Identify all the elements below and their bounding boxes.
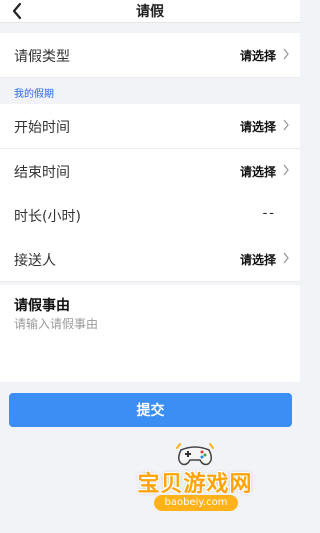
duration-label: 时长(小时): [14, 209, 81, 225]
submit-button[interactable]: 提交: [9, 393, 292, 427]
watermark-url: baobeiy.com: [154, 495, 238, 511]
start-time-label: 开始时间: [14, 120, 70, 136]
start-time-value[interactable]: 请选择: [240, 118, 276, 135]
page-title: 请假: [136, 4, 164, 20]
escort-value[interactable]: 请选择: [240, 251, 276, 268]
duration-value: --: [262, 206, 276, 221]
chevron-right-icon: [283, 164, 289, 176]
start-time-row[interactable]: 开始时间 请选择: [0, 104, 300, 149]
section-label: 我的假期: [14, 89, 54, 100]
watermark-text: 宝贝游戏网: [137, 472, 253, 497]
chevron-right-icon: [283, 48, 289, 60]
duration-row: 时长(小时) --: [0, 193, 300, 238]
leave-type-value[interactable]: 请选择: [240, 47, 276, 64]
section-header: 我的假期: [0, 79, 300, 104]
header-bar: 请假: [0, 0, 300, 23]
chevron-right-icon: [283, 252, 289, 264]
end-time-row[interactable]: 结束时间 请选择: [0, 149, 300, 194]
escort-label: 接送人: [14, 253, 56, 269]
reason-input[interactable]: [12, 313, 286, 377]
escort-row[interactable]: 接送人 请选择: [0, 237, 300, 282]
reason-panel: 请假事由: [0, 285, 300, 382]
leave-type-label: 请假类型: [14, 49, 70, 65]
watermark-logo: 宝贝游戏网 baobeiy.com: [120, 438, 270, 528]
end-time-label: 结束时间: [14, 165, 70, 181]
gamepad-icon: [176, 443, 214, 466]
leave-type-row[interactable]: 请假类型 请选择: [0, 33, 300, 78]
chevron-right-icon: [283, 119, 289, 131]
end-time-value[interactable]: 请选择: [240, 163, 276, 180]
reason-title: 请假事由: [14, 298, 70, 314]
